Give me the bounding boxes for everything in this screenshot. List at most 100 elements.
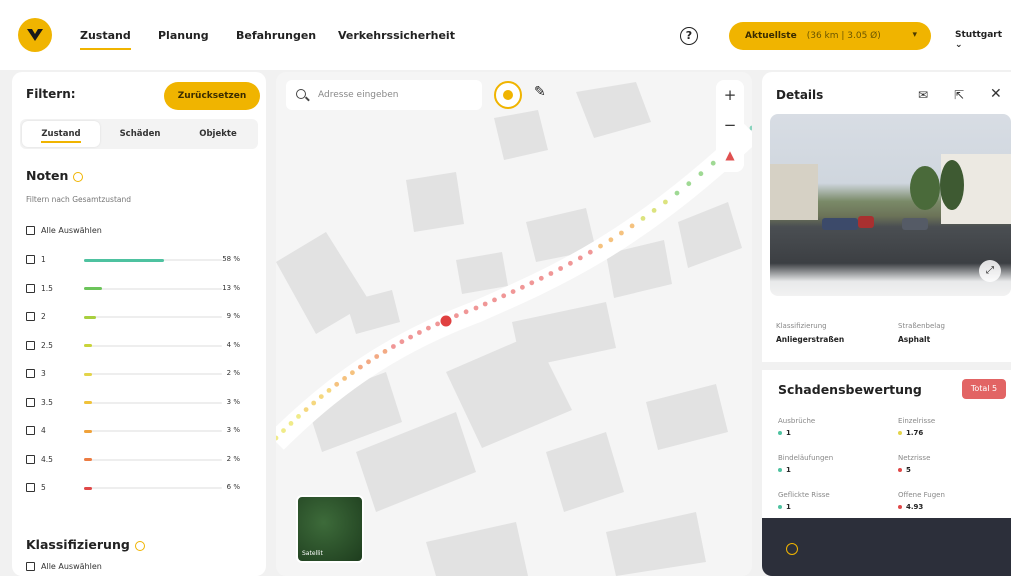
route-segment-dot[interactable] (288, 421, 294, 426)
checkbox[interactable] (26, 426, 35, 435)
route-segment-dot[interactable] (510, 289, 516, 294)
checkbox[interactable] (26, 255, 35, 264)
help-icon[interactable]: ? (680, 27, 698, 45)
route-segment-dot[interactable] (548, 271, 554, 276)
locate-button[interactable] (494, 81, 522, 109)
route-segment-dot[interactable] (619, 230, 624, 236)
route-segment-dot[interactable] (698, 171, 704, 177)
select-all-grades[interactable]: Alle Auswählen (26, 226, 102, 235)
expand-icon[interactable]: ⤢ (979, 260, 1001, 282)
close-icon[interactable]: ✕ (990, 86, 1002, 102)
grade-bar-fill (84, 258, 165, 262)
share-icon[interactable]: ⇱ (954, 88, 964, 102)
grade-row[interactable]: 1.5 13 % (26, 283, 256, 295)
route-segment-dot[interactable] (303, 407, 309, 412)
route-segment-dot[interactable] (334, 381, 340, 387)
route-segment-dot[interactable] (482, 301, 488, 307)
street-photo[interactable]: ⤢ (770, 114, 1011, 296)
address-search[interactable]: Adresse eingeben (286, 80, 482, 110)
route-segment-dot[interactable] (326, 388, 332, 393)
grade-row[interactable]: 2 9 % (26, 311, 256, 323)
route-segment-dot[interactable] (749, 125, 752, 131)
checkbox[interactable] (26, 369, 35, 378)
zoom-in-button[interactable]: + (716, 80, 744, 110)
select-all-classification[interactable]: Alle Auswählen (26, 562, 102, 571)
info-icon[interactable] (134, 540, 145, 551)
route-segment-dot[interactable] (463, 309, 469, 315)
route-segment-dot[interactable] (358, 364, 363, 370)
grade-row[interactable]: 5 6 % (26, 482, 256, 494)
route-segment-dot[interactable] (587, 249, 593, 255)
grade-row[interactable]: 1 58 % (26, 254, 256, 266)
zoom-out-button[interactable]: − (716, 110, 744, 140)
grade-row[interactable]: 4 3 % (26, 425, 256, 437)
app-logo[interactable] (18, 18, 52, 52)
route-segment-dot[interactable] (281, 428, 286, 433)
route-segment-dot[interactable] (629, 223, 635, 229)
checkbox[interactable] (26, 483, 35, 492)
route-segment-dot[interactable] (520, 284, 525, 290)
route-segment-dot[interactable] (558, 266, 563, 271)
route-segment-dot[interactable] (529, 280, 535, 286)
route-segment-dot[interactable] (538, 275, 544, 281)
info-icon[interactable] (786, 543, 798, 555)
route-segment-dot[interactable] (426, 325, 431, 331)
grade-row[interactable]: 3.5 3 % (26, 397, 256, 409)
tab-zustand[interactable]: Zustand (22, 121, 100, 147)
grade-bar-fill (84, 429, 92, 433)
route-segment-dot[interactable] (598, 243, 603, 249)
grade-row[interactable]: 2.5 4 % (26, 340, 256, 352)
checkbox[interactable] (26, 226, 35, 235)
route-segment-dot[interactable] (296, 414, 301, 419)
route-segment-dot[interactable] (311, 400, 317, 406)
checkbox[interactable] (26, 454, 35, 464)
checkbox[interactable] (26, 340, 35, 350)
grade-row[interactable]: 3 2 % (26, 368, 256, 380)
route-segment-dot[interactable] (374, 354, 380, 359)
checkbox[interactable] (26, 397, 35, 407)
route-segment-dot[interactable] (640, 216, 646, 221)
route-segment-dot[interactable] (608, 237, 614, 243)
selected-segment-marker[interactable] (440, 315, 452, 327)
route-segment-dot[interactable] (454, 313, 459, 319)
nav-verkehrssicherheit[interactable]: Verkehrssicherheit (338, 29, 455, 42)
route-segment-dot[interactable] (568, 260, 573, 266)
pencil-icon[interactable]: ✎ (534, 84, 546, 100)
reset-button[interactable]: Zurücksetzen (164, 82, 260, 110)
grade-row[interactable]: 4.5 2 % (26, 454, 256, 466)
checkbox[interactable] (26, 283, 35, 293)
route-segment-dot[interactable] (399, 339, 405, 345)
nav-zustand[interactable]: Zustand (80, 29, 131, 50)
mail-icon[interactable]: ✉ (918, 88, 928, 102)
route-segment-dot[interactable] (408, 334, 413, 340)
route-segment-dot[interactable] (686, 181, 692, 187)
info-icon[interactable] (73, 171, 84, 182)
route-segment-dot[interactable] (473, 305, 479, 311)
route-segment-dot[interactable] (501, 293, 507, 299)
route-segment-dot[interactable] (435, 321, 440, 327)
route-segment-dot[interactable] (663, 199, 668, 205)
route-segment-dot[interactable] (382, 349, 388, 354)
satellite-toggle[interactable]: Satellit (296, 495, 364, 563)
route-segment-dot[interactable] (391, 344, 396, 349)
route-segment-dot[interactable] (350, 370, 355, 376)
nav-planung[interactable]: Planung (158, 29, 209, 42)
route-segment-dot[interactable] (318, 394, 324, 399)
dataset-dropdown[interactable]: Aktuellste (36 km | 3.05 Ø) ▾ (729, 22, 931, 50)
route-segment-dot[interactable] (342, 376, 347, 381)
route-segment-dot[interactable] (492, 297, 497, 303)
checkbox[interactable] (26, 312, 35, 321)
route-segment-dot[interactable] (366, 359, 371, 365)
tab-objekte[interactable]: Objekte (180, 119, 256, 149)
compass-icon[interactable]: ▲ (716, 140, 744, 170)
route-segment-dot[interactable] (651, 208, 657, 213)
tab-schaeden[interactable]: Schäden (102, 119, 178, 149)
nav-befahrungen[interactable]: Befahrungen (236, 29, 316, 42)
route-segment-dot[interactable] (710, 160, 716, 166)
city-selector[interactable]: Stuttgart ⌄ (955, 30, 1011, 50)
route-segment-dot[interactable] (674, 190, 680, 196)
checkbox[interactable] (26, 562, 35, 571)
route-segment-dot[interactable] (417, 330, 422, 335)
map-view[interactable]: Adresse eingeben ✎ + − ▲ Satellit (276, 72, 752, 576)
route-segment-dot[interactable] (577, 255, 583, 261)
